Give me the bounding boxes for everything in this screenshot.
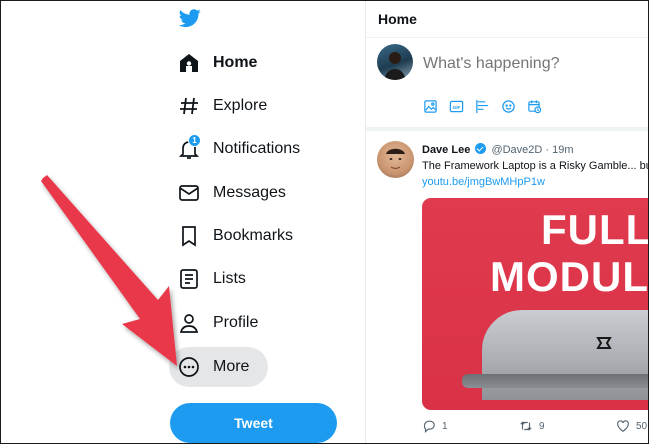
nav-label-bookmarks: Bookmarks: [213, 227, 294, 244]
media-text-line1: FULL: [541, 206, 649, 253]
person-icon: [177, 311, 201, 335]
svg-text:GIF: GIF: [453, 105, 461, 110]
compose-divider: [366, 127, 648, 131]
nav-item-lists[interactable]: Lists: [169, 259, 246, 299]
nav-label-lists: Lists: [213, 270, 246, 287]
poll-icon[interactable]: [475, 99, 490, 114]
tweet-author-handle[interactable]: @Dave2D: [491, 144, 542, 156]
left-sidebar: Home Explore 1 Notifications Messages Bo…: [1, 1, 366, 443]
retweet-count: 9: [539, 420, 545, 432]
media-text-line2: MODUL: [490, 253, 649, 300]
window-frame: Home Explore 1 Notifications Messages Bo…: [0, 0, 649, 444]
schedule-icon[interactable]: [527, 99, 542, 114]
image-icon[interactable]: [423, 99, 438, 114]
tweet-button[interactable]: Tweet: [170, 403, 337, 443]
nav-item-home[interactable]: Home: [169, 43, 257, 83]
laptop-base: [462, 374, 648, 388]
tweet-separator: ·: [545, 144, 550, 156]
list-icon: [177, 267, 201, 291]
nav-label-more: More: [213, 358, 250, 375]
heart-icon: [616, 419, 630, 433]
tweet-author-name[interactable]: Dave Lee: [422, 144, 470, 156]
twitter-bird-icon[interactable]: [177, 7, 203, 29]
nav-item-more[interactable]: More: [169, 347, 268, 387]
nav-label-notifications: Notifications: [213, 140, 301, 157]
bell-icon: 1: [177, 134, 201, 161]
like-button[interactable]: 50: [616, 419, 648, 433]
nav-label-home: Home: [213, 54, 258, 71]
nav-item-bookmarks[interactable]: Bookmarks: [169, 216, 293, 256]
emoji-icon[interactable]: [501, 99, 516, 114]
tweet-text: The Framework Laptop is a Risky Gamble..…: [422, 160, 649, 172]
tweet-timestamp[interactable]: 19m: [552, 144, 573, 156]
tweet-actions: 1 9 50: [422, 419, 648, 434]
verified-icon: [475, 143, 487, 154]
page-title: Home: [378, 11, 417, 27]
bookmark-icon: [177, 224, 201, 248]
tweet-media[interactable]: FULL MODUL: [422, 198, 649, 410]
user-avatar[interactable]: [377, 44, 413, 80]
tweet-author-avatar[interactable]: [377, 141, 414, 178]
notification-badge: 1: [188, 134, 201, 147]
nav-item-explore[interactable]: Explore: [169, 86, 267, 126]
nav-item-messages[interactable]: Messages: [169, 173, 286, 213]
like-count: 50: [636, 420, 648, 432]
nav-label-profile: Profile: [213, 314, 259, 331]
reply-button[interactable]: 1: [422, 419, 519, 434]
reply-count: 1: [442, 420, 448, 432]
retweet-icon: [519, 419, 533, 433]
envelope-icon: [177, 181, 201, 205]
main-timeline: Home GIF Da: [366, 1, 649, 443]
compose-input[interactable]: [423, 55, 623, 73]
tweet-link[interactable]: youtu.be/jmgBwMHpP1w: [422, 176, 545, 188]
tweet-header: Dave Lee @Dave2D · 19m: [422, 143, 574, 156]
home-icon: [177, 51, 201, 75]
reply-icon: [422, 419, 436, 434]
compose-toolbar: GIF: [423, 99, 542, 114]
nav-item-notifications[interactable]: 1 Notifications: [169, 129, 300, 169]
nav-item-profile[interactable]: Profile: [169, 303, 258, 343]
more-circle-icon: [177, 355, 201, 379]
framework-logo-icon: [596, 337, 612, 349]
hashtag-icon: [177, 94, 201, 118]
header-divider: [366, 37, 648, 38]
nav-label-messages: Messages: [213, 184, 286, 201]
retweet-button[interactable]: 9: [519, 419, 616, 433]
nav-label-explore: Explore: [213, 97, 268, 114]
gif-icon[interactable]: GIF: [449, 99, 464, 114]
